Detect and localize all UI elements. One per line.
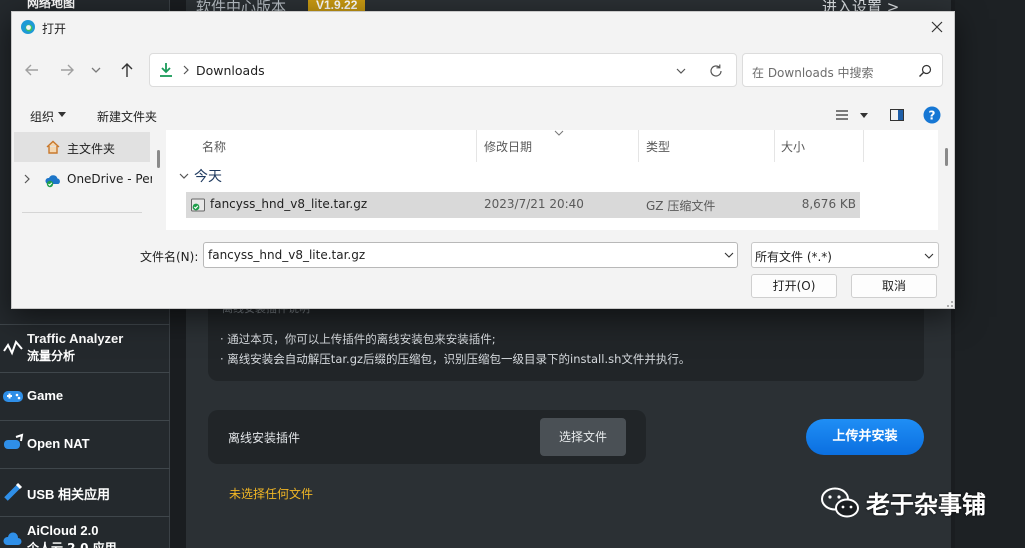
column-header-name[interactable]: 名称 xyxy=(202,138,226,155)
file-list: 名称 修改日期 类型 大小 今天 fancyss_hnd_v8_lite.tar… xyxy=(166,130,938,230)
upload-and-install-button[interactable]: 上传并安装 xyxy=(806,419,924,455)
sidebar-item-label: Open NAT xyxy=(27,436,90,451)
sidebar-item-aicloud[interactable]: AiCloud 2.0 个人云 2.0 应用 xyxy=(0,516,170,548)
sidebar-item-label: USB 相关应用 xyxy=(27,487,111,502)
search-box[interactable]: 在 Downloads 中搜索 xyxy=(742,53,943,87)
sidebar-item-label: 网络地图 xyxy=(27,0,76,10)
file-type-select[interactable]: 所有文件 (*.*) xyxy=(751,242,939,268)
up-arrow-icon[interactable] xyxy=(115,58,139,82)
dialog-titlebar[interactable]: 打开 xyxy=(12,12,954,44)
usb-icon xyxy=(4,482,23,501)
close-icon xyxy=(931,21,943,33)
help-icon[interactable]: ? xyxy=(923,106,941,124)
new-folder-button[interactable]: 新建文件夹 xyxy=(97,108,157,125)
back-arrow-icon[interactable] xyxy=(20,58,44,82)
navigation-pane: 主文件夹 OneDrive - Per xyxy=(12,132,152,230)
router-right-gutter xyxy=(955,0,1025,548)
open-nat-icon xyxy=(4,433,24,449)
nav-item-home[interactable]: 主文件夹 xyxy=(14,132,150,162)
preview-pane-icon[interactable] xyxy=(889,107,905,123)
search-input[interactable]: 在 Downloads 中搜索 xyxy=(752,64,874,81)
file-modified: 2023/7/21 20:40 xyxy=(484,197,584,211)
sidebar-item-label: Traffic Analyzer xyxy=(27,331,124,346)
filename-label: 文件名(N): xyxy=(140,250,199,264)
open-button[interactable]: 打开(O) xyxy=(751,274,837,298)
edge-browser-icon xyxy=(21,20,35,34)
sidebar-item-game[interactable]: Game xyxy=(0,372,170,420)
expand-chevron-icon[interactable] xyxy=(22,174,32,184)
info-line: · 离线安装会自动解压tar.gz后缀的压缩包，识别压缩包一级目录下的insta… xyxy=(220,352,691,366)
file-type-value: 所有文件 (*.*) xyxy=(755,250,832,264)
no-file-selected-text: 未选择任何文件 xyxy=(229,487,314,501)
file-name: fancyss_hnd_v8_lite.tar.gz xyxy=(210,197,368,211)
group-header-today[interactable]: 今天 xyxy=(194,166,222,186)
cancel-button[interactable]: 取消 xyxy=(851,274,937,298)
nav-item-label: 主文件夹 xyxy=(67,142,116,156)
cloud-icon xyxy=(3,532,22,545)
file-type: GZ 压缩文件 xyxy=(646,199,716,213)
column-header-type[interactable]: 类型 xyxy=(646,138,670,155)
search-icon[interactable] xyxy=(917,63,933,79)
chevron-down-icon[interactable] xyxy=(924,251,934,261)
column-divider[interactable] xyxy=(774,130,775,162)
info-line: · 通过本页，你可以上传插件的离线安装包来安装插件; xyxy=(220,332,496,346)
watermark-text: 老于杂事铺 xyxy=(866,491,986,519)
view-options-icon[interactable] xyxy=(834,106,874,124)
filename-field[interactable]: fancyss_hnd_v8_lite.tar.gz xyxy=(203,242,738,268)
file-list-scrollbar[interactable] xyxy=(945,148,948,166)
sort-caret-icon xyxy=(554,130,564,136)
close-button[interactable] xyxy=(920,12,954,42)
refresh-icon[interactable] xyxy=(708,63,724,79)
filename-value[interactable]: fancyss_hnd_v8_lite.tar.gz xyxy=(208,248,365,262)
column-divider[interactable] xyxy=(863,130,864,162)
file-size: 8,676 KB xyxy=(801,197,856,211)
nav-item-onedrive[interactable]: OneDrive - Per xyxy=(14,164,152,194)
wechat-icon xyxy=(821,487,859,518)
downloads-folder-icon xyxy=(160,63,172,77)
sidebar-item-label: AiCloud 2.0 xyxy=(27,523,99,538)
nav-divider xyxy=(22,212,142,213)
chevron-down-icon[interactable] xyxy=(724,250,734,260)
address-bar[interactable]: Downloads xyxy=(149,53,737,87)
open-file-dialog: 打开 Downloads 在 Downloads 中搜索 组织 新建文件夹 ? … xyxy=(11,11,955,309)
sidebar-item-sublabel: 个人云 2.0 应用 xyxy=(27,541,117,548)
column-header-size[interactable]: 大小 xyxy=(781,138,805,155)
breadcrumb-chevron-icon[interactable] xyxy=(181,62,191,78)
dialog-toolbar: 组织 新建文件夹 ? xyxy=(12,98,954,132)
dialog-title: 打开 xyxy=(42,22,67,36)
address-history-dropdown-icon[interactable] xyxy=(674,64,688,78)
upload-label: 离线安装插件 xyxy=(228,431,301,445)
svg-text:?: ? xyxy=(929,109,936,123)
column-divider[interactable] xyxy=(476,130,477,162)
forward-arrow-icon[interactable] xyxy=(55,58,79,82)
sidebar-item-open-nat[interactable]: Open NAT xyxy=(0,420,170,468)
gamepad-icon xyxy=(3,391,23,402)
breadcrumb-downloads[interactable]: Downloads xyxy=(196,63,265,78)
traffic-analyzer-icon xyxy=(3,340,23,356)
column-divider[interactable] xyxy=(638,130,639,162)
file-row[interactable]: fancyss_hnd_v8_lite.tar.gz 2023/7/21 20:… xyxy=(186,192,860,218)
offline-install-info-panel: 离线安装插件说明 · 通过本页，你可以上传插件的离线安装包来安装插件; · 离线… xyxy=(208,300,924,381)
choose-file-button[interactable]: 选择文件 xyxy=(540,418,626,456)
nav-item-label: OneDrive - Per xyxy=(67,172,152,186)
recent-locations-chevron-icon[interactable] xyxy=(88,58,104,82)
column-header-date[interactable]: 修改日期 xyxy=(484,138,532,155)
home-icon xyxy=(46,140,60,154)
sidebar-item-traffic-analyzer[interactable]: Traffic Analyzer 流量分析 xyxy=(0,324,170,372)
archive-file-icon xyxy=(191,198,205,212)
onedrive-icon xyxy=(45,175,60,188)
resize-grip-icon[interactable] xyxy=(944,298,954,308)
caret-down-icon[interactable] xyxy=(58,112,66,118)
sidebar-item-label: Game xyxy=(27,388,64,403)
sidebar-item-usb-apps[interactable]: USB 相关应用 xyxy=(0,468,170,516)
group-collapse-chevron-icon[interactable] xyxy=(176,168,192,184)
organize-menu[interactable]: 组织 xyxy=(30,108,54,125)
nav-scrollbar[interactable] xyxy=(157,150,160,168)
sidebar-item-sublabel: 流量分析 xyxy=(27,349,76,363)
